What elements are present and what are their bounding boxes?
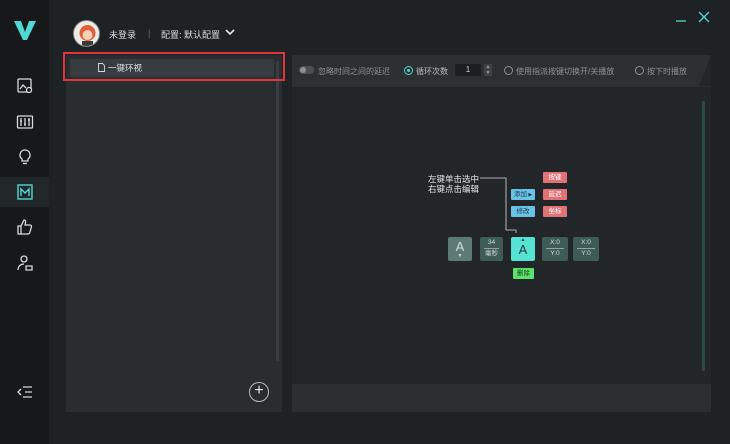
chip-coord: 坐标 [543,206,567,217]
loop-count-radio[interactable] [404,66,413,75]
toolbar-divider [292,86,711,87]
coord-block-2: X:0 Y:0 [573,237,599,261]
macro-m-icon [17,184,33,200]
nav-macro[interactable] [12,181,38,203]
nav-image-settings[interactable] [12,75,38,97]
chip-edit: 修改 [511,206,535,217]
close-button[interactable] [698,11,710,23]
delay-unit: 毫秒 [485,250,498,257]
ignore-delay-toggle[interactable] [299,66,314,74]
nav-sliders[interactable] [12,111,38,133]
minimize-button[interactable] [675,11,687,23]
minimize-icon [676,20,686,22]
nav-user-settings[interactable] [12,252,38,274]
editor-scrollbar[interactable] [702,101,705,371]
toolbar-corner [699,55,711,86]
ignore-delay-label: 忽略时间之间的延迟 [318,67,390,76]
thumbs-up-icon [17,219,33,235]
coord1-y: Y:0 [550,250,560,257]
editor-footer [292,384,711,412]
hint-right-click: 右键点击编辑 [428,184,480,194]
coord-block-1: X:0 Y:0 [542,237,568,261]
loop-count-label: 循环次数 [416,67,448,76]
lightbulb-icon [19,149,31,165]
user-settings-icon [17,255,33,271]
press-play-radio[interactable] [635,66,644,75]
chip-delete: 删除 [513,268,534,279]
key-a-block: A ▼ [448,237,472,261]
config-selector[interactable]: 配置: 默认配置 [161,28,220,41]
toggle-key-label: 使用指派按键切换开/关播放 [516,67,615,76]
press-play-label: 按下时播放 [647,67,687,76]
close-icon [698,11,710,23]
header-separator: | [148,28,151,38]
login-status[interactable]: 未登录 [109,28,136,41]
key-a2-label: A [518,242,528,257]
nav-lightbulb[interactable] [12,146,38,168]
collapse-menu-button[interactable] [12,381,38,403]
sliders-icon [16,115,34,129]
avatar-image [79,25,96,46]
chip-key: 按键 [543,172,567,183]
macro-list-panel: 一键环视 [66,55,282,412]
app-window: 未登录 | 配置: 默认配置 一键环视 + 忽略时间之间的延迟 循环次数 1 ▲… [0,0,730,444]
plus-circle-icon: + [254,382,264,399]
toggle-key-radio[interactable] [504,66,513,75]
delay-value: 34 [487,239,496,246]
avatar[interactable] [73,20,100,47]
loop-count-stepper[interactable]: ▲ ▼ [484,64,492,76]
loop-count-input[interactable]: 1 [455,64,481,76]
nav-thumbs-up[interactable] [12,216,38,238]
key-a-selected-block: ▲ A [511,237,535,261]
collapse-menu-icon [17,386,32,398]
coord1-x: X:0 [550,239,560,246]
chip-add: 添加 ▶ [511,189,535,200]
key-a-label: A [455,239,465,254]
add-macro-button[interactable]: + [249,382,269,402]
image-settings-icon [17,78,33,94]
chevron-down-icon[interactable] [225,29,235,36]
list-scrollbar[interactable] [276,61,279,361]
selection-highlight [63,52,285,81]
coord2-x: X:0 [581,239,591,246]
editor-toolbar: 忽略时间之间的延迟 循环次数 1 ▲ ▼ 使用指派按键切换开/关播放 按下时播放 [292,55,711,86]
coord2-y: Y:0 [581,250,591,257]
sidebar [0,0,49,444]
delay-block: 34 毫秒 [480,237,503,261]
v-logo-icon[interactable] [13,18,37,42]
chip-delay: 延迟 [543,189,567,200]
